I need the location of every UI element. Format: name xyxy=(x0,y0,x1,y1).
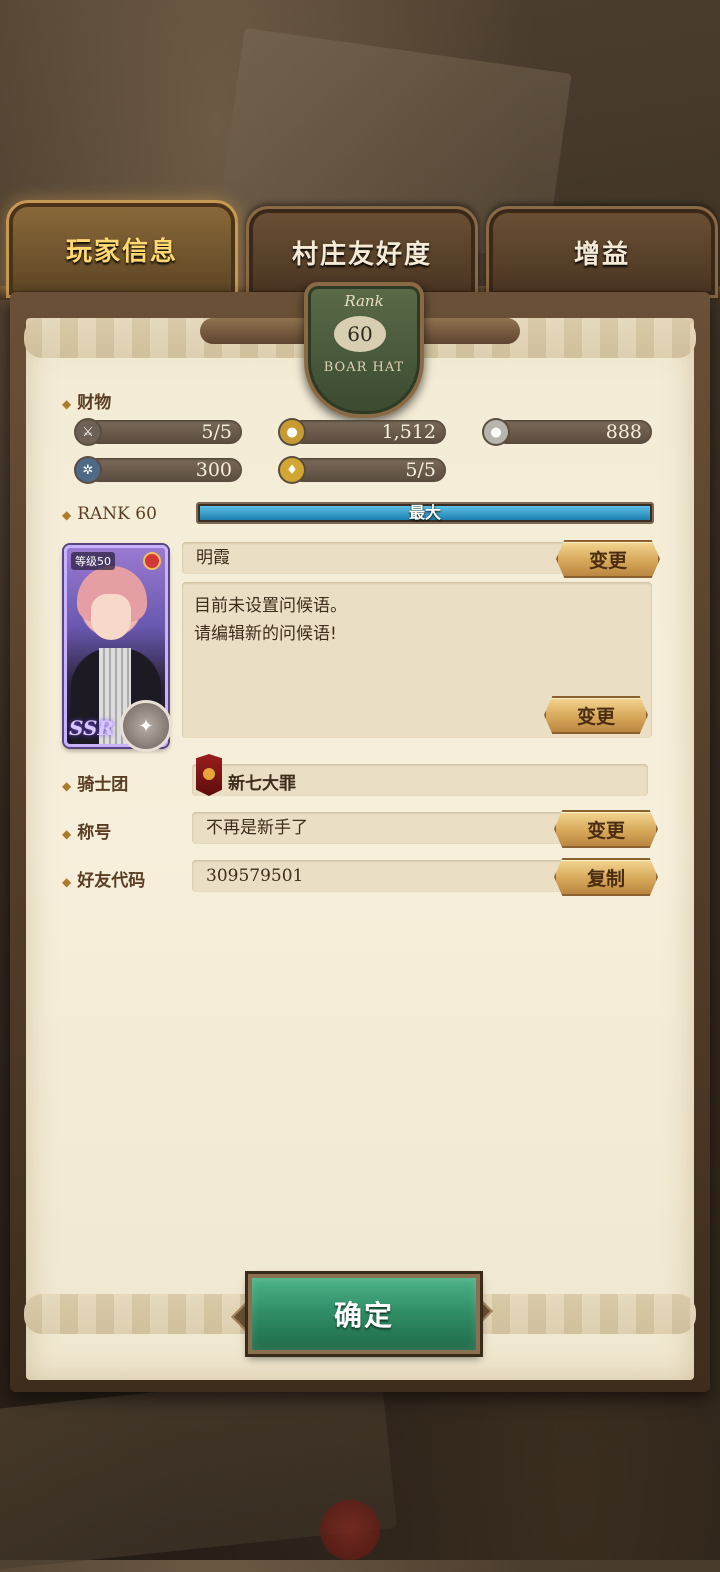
bell-icon: ♦ xyxy=(280,458,304,482)
diamond-bullet-icon: ◆ xyxy=(62,779,72,793)
resource-silver-value: 888 xyxy=(494,420,652,444)
resource-bell-value: 5/5 xyxy=(290,458,446,482)
background-wax-seal xyxy=(320,1500,380,1560)
rank-badge: Rank 60 BOAR HAT xyxy=(304,282,424,418)
silver-coin-icon: ● xyxy=(484,420,508,444)
title-value: 不再是新手了 xyxy=(206,818,308,838)
rank-progress-text: 最大 xyxy=(408,503,441,522)
diamond-bullet-icon: ◆ xyxy=(62,875,72,889)
resource-gear-value: 300 xyxy=(86,458,242,482)
tab-buffs[interactable]: 增益 xyxy=(486,206,718,298)
title-label: ◆ 称号 xyxy=(62,823,112,843)
wolf-emblem-icon: ✦ xyxy=(120,700,172,752)
diamond-bullet-icon: ◆ xyxy=(62,397,72,411)
knights-label: ◆ 骑士团 xyxy=(62,775,129,795)
change-title-button[interactable]: 变更 xyxy=(554,810,658,848)
rank-badge-name: BOAR HAT xyxy=(323,360,405,375)
tab-player-info[interactable]: 玩家信息 xyxy=(6,200,238,298)
knights-name: 新七大罪 xyxy=(228,774,296,794)
swords-icon: ⚔ xyxy=(76,420,100,444)
copy-friend-code-button[interactable]: 复制 xyxy=(554,858,658,896)
friend-code-label: ◆ 好友代码 xyxy=(62,871,146,891)
card-face xyxy=(91,594,131,640)
resource-gold-value: 1,512 xyxy=(290,420,446,444)
rank-badge-number: 60 xyxy=(334,316,386,352)
rank-label: ◆ RANK 60 xyxy=(62,504,157,524)
change-name-button[interactable]: 变更 xyxy=(556,540,660,578)
card-level: 等级50 xyxy=(71,552,115,570)
greeting-line-2: 请编辑新的问候语! xyxy=(194,624,337,644)
knights-banner-icon xyxy=(196,754,222,796)
confirm-button[interactable]: 确定 xyxy=(248,1274,480,1354)
rank-badge-word: Rank xyxy=(344,292,384,310)
gear-token-icon: ✲ xyxy=(76,458,100,482)
player-name: 明霞 xyxy=(196,548,230,568)
card-rarity: SSR xyxy=(69,716,115,740)
greeting-line-1: 目前未设置问候语。 xyxy=(194,596,347,616)
resource-swords-value: 5/5 xyxy=(86,420,242,444)
diamond-bullet-icon: ◆ xyxy=(62,827,72,841)
friend-code-value: 309579501 xyxy=(206,866,304,886)
card-attribute-icon xyxy=(143,552,161,570)
resources-label: ◆ 财物 xyxy=(62,393,112,413)
diamond-bullet-icon: ◆ xyxy=(62,508,72,522)
gold-coin-icon: ● xyxy=(280,420,304,444)
rank-progress-bar: 最大 xyxy=(196,502,654,524)
change-greeting-button[interactable]: 变更 xyxy=(544,696,648,734)
